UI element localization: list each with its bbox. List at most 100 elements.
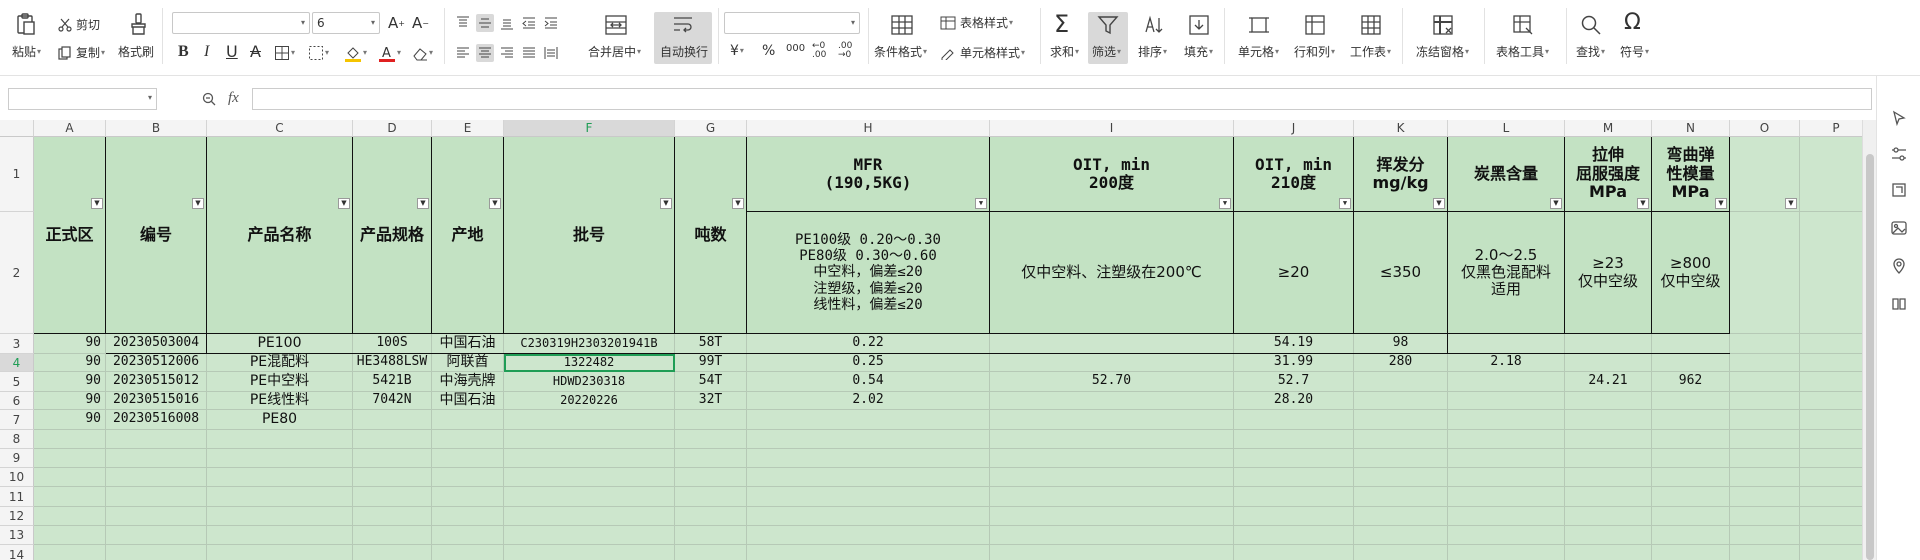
merge-center-button[interactable]: 合并居中 ▾	[588, 46, 641, 58]
cell-m12[interactable]	[1565, 507, 1652, 526]
cell-n14[interactable]	[1652, 545, 1730, 560]
cell-e5[interactable]: 中海壳牌	[432, 372, 504, 392]
cell-j6[interactable]: 28.20	[1234, 392, 1354, 410]
cell-l7[interactable]	[1448, 410, 1565, 430]
cell-l4[interactable]: 2.18	[1448, 354, 1565, 372]
cell-g3[interactable]: 58T	[675, 334, 747, 354]
font-size-select[interactable]: 6 ▾	[312, 12, 380, 34]
header-cell-n2[interactable]: ≥800 仅中空级	[1652, 212, 1730, 334]
align-middle-button[interactable]	[476, 14, 494, 32]
paste-label[interactable]: 粘贴 ▾	[12, 46, 41, 58]
cell-o3[interactable]	[1730, 334, 1800, 354]
select-all-corner[interactable]	[0, 120, 34, 137]
row-header-2[interactable]: 2	[0, 212, 34, 334]
vertical-scrollbar[interactable]	[1862, 120, 1876, 560]
cell-c12[interactable]	[207, 507, 353, 526]
format-painter-button[interactable]	[126, 12, 150, 36]
cell-f13[interactable]	[504, 526, 675, 545]
row-header-1[interactable]: 1	[0, 137, 34, 212]
cell-i5[interactable]: 52.70	[990, 372, 1234, 392]
cell-g4[interactable]: 99T	[675, 354, 747, 372]
cell-m10[interactable]	[1565, 468, 1652, 487]
cell-k12[interactable]	[1354, 507, 1448, 526]
cell-n3[interactable]	[1652, 334, 1730, 354]
font-color-button[interactable]: A ▾	[378, 44, 401, 62]
cell-p13[interactable]	[1800, 526, 1862, 545]
location-icon[interactable]	[1891, 258, 1907, 274]
freeze-panes-button[interactable]: 冻结窗格 ▾	[1416, 46, 1469, 58]
cell-i9[interactable]	[990, 449, 1234, 468]
column-header-g[interactable]: G	[675, 120, 747, 137]
cell-p10[interactable]	[1800, 468, 1862, 487]
header-cell-i2[interactable]: 仅中空料、注塑级在200℃	[990, 212, 1234, 334]
cell-c5[interactable]: PE中空料	[207, 372, 353, 392]
filter-dropdown-button[interactable]: ▼	[489, 198, 501, 209]
header-cell-c[interactable]: 产品名称 ▼	[207, 137, 353, 334]
cell-b6[interactable]: 20230515016	[106, 392, 207, 410]
cell-p7[interactable]	[1800, 410, 1862, 430]
filter-dropdown-button[interactable]: ▼	[1219, 198, 1231, 209]
cursor-icon[interactable]	[1891, 110, 1907, 126]
cell-h3[interactable]: 0.22	[747, 334, 990, 354]
cell-b4[interactable]: 20230512006	[106, 354, 207, 372]
cell-f14[interactable]	[504, 545, 675, 560]
filter-dropdown-button[interactable]: ▼	[1785, 198, 1797, 209]
symbol-icon-button[interactable]: Ω	[1624, 12, 1641, 34]
cell-l11[interactable]	[1448, 487, 1565, 507]
cell-a12[interactable]	[34, 507, 106, 526]
merge-center-icon-button[interactable]	[604, 14, 628, 36]
italic-button[interactable]: I	[204, 44, 209, 60]
cell-b12[interactable]	[106, 507, 207, 526]
cell-b8[interactable]	[106, 430, 207, 449]
copy-button[interactable]: 复制 ▾	[58, 46, 105, 60]
cell-h11[interactable]	[747, 487, 990, 507]
cell-j11[interactable]	[1234, 487, 1354, 507]
filter-dropdown-button[interactable]: ▼	[1637, 198, 1649, 209]
cell-o14[interactable]	[1730, 545, 1800, 560]
header-cell-l2[interactable]: 2.0～2.5 仅黑色混配料 适用	[1448, 212, 1565, 334]
cell-icon-button[interactable]	[1248, 14, 1270, 36]
cell-h4[interactable]: 0.25	[747, 354, 990, 372]
column-header-i[interactable]: I	[990, 120, 1234, 137]
cell-d9[interactable]	[353, 449, 432, 468]
column-header-n[interactable]: N	[1652, 120, 1730, 137]
cell-g14[interactable]	[675, 545, 747, 560]
cell-g6[interactable]: 32T	[675, 392, 747, 410]
book-icon[interactable]	[1891, 296, 1907, 312]
find-icon-button[interactable]	[1580, 14, 1602, 36]
cell-d13[interactable]	[353, 526, 432, 545]
border-button[interactable]: ▾	[274, 45, 295, 61]
align-center-button[interactable]	[476, 44, 494, 62]
cell-c4[interactable]: PE混配料	[207, 354, 353, 372]
filter-dropdown-button[interactable]: ▼	[192, 198, 204, 209]
cell-k13[interactable]	[1354, 526, 1448, 545]
cell-d3[interactable]: 100S	[353, 334, 432, 354]
header-cell-m2[interactable]: ≥23 仅中空级	[1565, 212, 1652, 334]
cell-b14[interactable]	[106, 545, 207, 560]
cell-h12[interactable]	[747, 507, 990, 526]
row-header-11[interactable]: 11	[0, 487, 34, 507]
cell-m14[interactable]	[1565, 545, 1652, 560]
cell-d4[interactable]: HE3488LSW	[353, 354, 432, 372]
cell-a7[interactable]: 90	[34, 410, 106, 430]
cell-e8[interactable]	[432, 430, 504, 449]
transform-icon[interactable]	[1891, 182, 1907, 198]
cell-c6[interactable]: PE线性料	[207, 392, 353, 410]
header-cell-k1[interactable]: 挥发分 mg/kg ▼	[1354, 137, 1448, 212]
header-cell-i1[interactable]: OIT, min 200度 ▼	[990, 137, 1234, 212]
wrap-text-label[interactable]: 自动换行	[660, 46, 708, 58]
cell-a5[interactable]: 90	[34, 372, 106, 392]
cell-p1[interactable]	[1800, 137, 1862, 212]
cell-o8[interactable]	[1730, 430, 1800, 449]
cell-l13[interactable]	[1448, 526, 1565, 545]
header-cell-o1[interactable]: ▼	[1730, 137, 1800, 212]
find-button[interactable]: 查找 ▾	[1576, 46, 1605, 58]
cell-j5[interactable]: 52.7	[1234, 372, 1354, 392]
header-cell-e[interactable]: 产地 ▼	[432, 137, 504, 334]
fx-button[interactable]: fx	[228, 91, 239, 106]
cell-n12[interactable]	[1652, 507, 1730, 526]
cell-a14[interactable]	[34, 545, 106, 560]
row-header-9[interactable]: 9	[0, 449, 34, 468]
cell-h13[interactable]	[747, 526, 990, 545]
cell-k8[interactable]	[1354, 430, 1448, 449]
